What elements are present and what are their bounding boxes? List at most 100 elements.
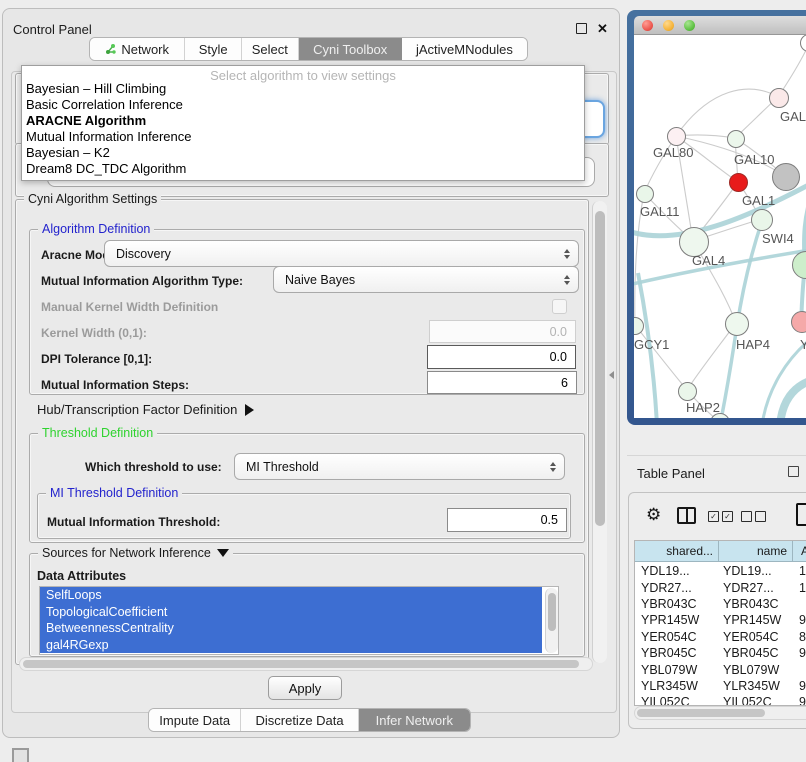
dropdown-item[interactable]: Bayesian – K2	[26, 145, 110, 161]
algorithm-dropdown-popup: Select algorithm to view settings Bayesi…	[21, 65, 585, 181]
scrollbar-thumb[interactable]	[595, 211, 605, 526]
dpi-tolerance-field[interactable]: 0.0	[427, 345, 576, 369]
node-gal10[interactable]	[727, 130, 745, 148]
tab-impute-data[interactable]: Impute Data	[149, 709, 241, 731]
settings-horizontal-scrollbar[interactable]	[19, 657, 593, 671]
cell: YIL052C	[719, 695, 793, 706]
table-row[interactable]: YDR27...YDR27...12	[635, 579, 806, 595]
tab-select[interactable]: Select	[242, 38, 299, 60]
node-gal7[interactable]	[769, 88, 789, 108]
node-pink-edge[interactable]	[791, 311, 806, 333]
columns-icon[interactable]	[677, 507, 696, 524]
dropdown-item[interactable]: Bayesian – Hill Climbing	[26, 81, 166, 97]
cell: YBL079W	[635, 663, 719, 677]
expand-right-icon[interactable]	[245, 404, 254, 416]
mi-type-value: Naive Bayes	[285, 273, 355, 287]
table-horizontal-scrollbar[interactable]	[634, 706, 806, 720]
cell: YBR043C	[719, 597, 793, 611]
tab-style[interactable]: Style	[185, 38, 242, 60]
list-vertical-scrollbar[interactable]	[545, 588, 558, 653]
cell: YDR27...	[719, 581, 793, 595]
cell: YBL079W	[719, 663, 793, 677]
cell: YBR043C	[635, 597, 719, 611]
collapse-down-icon[interactable]	[217, 549, 229, 557]
split-pane-collapse-icon[interactable]	[609, 371, 614, 379]
table-row[interactable]: YLR345WYLR345W9.	[635, 678, 806, 694]
mi-steps-field[interactable]: 6	[427, 371, 577, 394]
network-window-titlebar[interactable]	[634, 16, 806, 35]
table-row[interactable]: YDL19...YDL19...13	[635, 563, 806, 579]
manual-kernel-label: Manual Kernel Width Definition	[41, 300, 218, 314]
node-swi4[interactable]	[751, 209, 773, 231]
node-gal1[interactable]	[729, 173, 748, 192]
node-label: GAL	[780, 109, 806, 124]
gear-icon[interactable]: ⚙	[646, 506, 661, 523]
dropdown-item[interactable]: Basic Correlation Inference	[26, 97, 183, 113]
dropdown-item[interactable]: Mutual Information Inference	[26, 129, 191, 145]
divider	[627, 455, 806, 456]
mi-type-combo[interactable]: Naive Bayes	[273, 266, 579, 293]
settings-vertical-scrollbar[interactable]	[592, 201, 607, 663]
table-row[interactable]: YER054CYER054C8.	[635, 629, 806, 645]
table-panel-float-icon[interactable]	[788, 466, 799, 477]
close-icon[interactable]: ✕	[597, 22, 608, 35]
column-header-shared-name[interactable]: shared...	[635, 541, 719, 562]
node-gray[interactable]	[772, 163, 800, 191]
list-item[interactable]: TopologicalCoefficient	[40, 604, 542, 621]
close-traffic-light-icon[interactable]	[642, 20, 653, 31]
aracne-mode-value: Discovery	[116, 247, 171, 261]
function-builder-icon[interactable]	[796, 503, 806, 526]
node-gal11[interactable]	[636, 185, 654, 203]
node-gal80[interactable]	[667, 127, 686, 146]
dropdown-item[interactable]: Dream8 DC_TDC Algorithm	[26, 161, 186, 177]
tab-cyni-toolbox[interactable]: Cyni Toolbox	[299, 38, 402, 60]
hub-section[interactable]: Hub/Transcription Factor Definition	[37, 402, 254, 417]
tab-jactivemnodules[interactable]: jActiveMNodules	[402, 38, 527, 60]
tab-label: Impute Data	[159, 713, 230, 728]
scrollbar-thumb[interactable]	[637, 709, 765, 717]
tab-network[interactable]: Network	[90, 38, 185, 60]
table-row[interactable]: YBR043CYBR043C	[635, 596, 806, 612]
tab-label: Network	[121, 42, 169, 57]
node-label: GCY1	[634, 337, 669, 352]
table-row[interactable]: YPR145WYPR145W9.	[635, 612, 806, 628]
node-hap4[interactable]	[725, 312, 749, 336]
list-item[interactable]: BetweennessCentrality	[40, 620, 542, 637]
scrollbar-thumb[interactable]	[548, 593, 556, 631]
node-hap2[interactable]	[678, 382, 697, 401]
minimize-traffic-light-icon[interactable]	[663, 20, 674, 31]
zoom-traffic-light-icon[interactable]	[684, 20, 695, 31]
cell: 9.	[793, 679, 806, 693]
apply-button[interactable]: Apply	[268, 676, 342, 700]
sources-title-wrap[interactable]: Sources for Network Inference	[38, 546, 233, 560]
deselect-all-checkbox-icon[interactable]	[741, 511, 766, 522]
minimized-panel-icon[interactable]	[12, 748, 29, 762]
scrollbar-thumb[interactable]	[23, 660, 579, 668]
table-row[interactable]: YIL052CYIL052C9.	[635, 694, 806, 706]
mi-threshold-field[interactable]: 0.5	[447, 508, 567, 532]
column-header-name[interactable]: name	[719, 541, 793, 562]
which-threshold-combo[interactable]: MI Threshold	[234, 453, 565, 480]
list-item[interactable]: gal4RGexp	[40, 637, 542, 654]
threshold-title: Threshold Definition	[38, 426, 157, 440]
select-all-checkbox-icon[interactable]: ✓✓	[708, 511, 733, 522]
tab-label: Discretize Data	[255, 713, 343, 728]
network-view-canvas[interactable]: GAL GAL80 GAL10 GAL1 GAL11 SWI4 GAL4 GCY…	[634, 35, 806, 418]
control-panel: Control Panel ✕ Network Style Select Cyn…	[2, 8, 620, 738]
float-window-icon[interactable]	[576, 23, 587, 34]
cell: YER054C	[635, 630, 719, 644]
cell: 9.	[793, 613, 806, 627]
aracne-mode-combo[interactable]: Discovery	[104, 240, 579, 267]
node-label: HAP4	[736, 337, 770, 352]
list-item[interactable]: SelfLoops	[40, 587, 542, 604]
dropdown-item-selected[interactable]: ARACNE Algorithm	[26, 113, 146, 129]
table-row[interactable]: YBL079WYBL079W	[635, 661, 806, 677]
node-label: GAL80	[653, 145, 693, 160]
column-header-cut[interactable]: A	[793, 541, 806, 562]
table-row[interactable]: YBR045CYBR045C9.	[635, 645, 806, 661]
tab-discretize-data[interactable]: Discretize Data	[241, 709, 358, 731]
cell: 8.	[793, 630, 806, 644]
tab-infer-network[interactable]: Infer Network	[359, 709, 470, 731]
manual-kernel-checkbox[interactable]	[552, 299, 567, 314]
node-label: GAL4	[692, 253, 725, 268]
